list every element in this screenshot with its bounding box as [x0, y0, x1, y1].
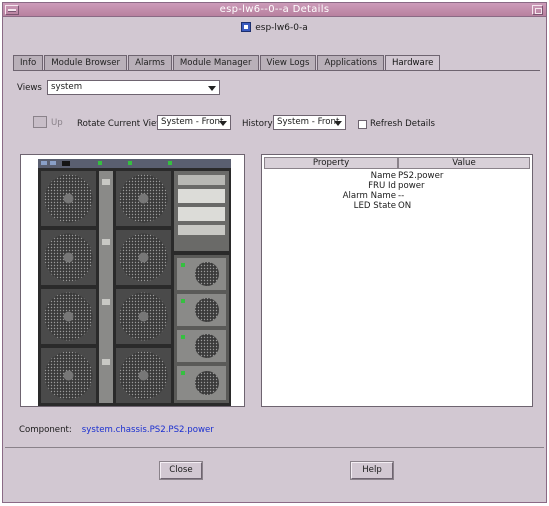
help-button[interactable]: Help [351, 462, 393, 479]
chassis-image[interactable] [38, 159, 231, 406]
views-value: system [51, 82, 83, 92]
table-row[interactable]: Alarm Name -- [264, 191, 530, 201]
history-value: System - Front [277, 117, 340, 127]
table-header: Property Value [264, 157, 530, 169]
tab-divider [13, 70, 540, 71]
tab-view-logs[interactable]: View Logs [259, 55, 317, 70]
component-path: system.chassis.PS2.PS2.power [81, 425, 214, 435]
chevron-down-icon [208, 86, 216, 91]
property-name: Alarm Name [342, 191, 396, 201]
property-name: LED State [353, 201, 396, 211]
property-value: power [398, 181, 425, 191]
property-value: PS2.power [398, 171, 444, 181]
views-label: Views [17, 83, 42, 93]
chevron-down-icon [334, 121, 342, 126]
column-header-property[interactable]: Property [264, 157, 398, 169]
component-readout: Component: system.chassis.PS2.PS2.power [19, 425, 214, 435]
host-header: esp-lw6-0-a [3, 18, 546, 38]
window-title: esp-lw6--0--a Details [219, 4, 330, 15]
rotate-label: Rotate Current View [77, 119, 164, 129]
column-header-value[interactable]: Value [398, 157, 530, 169]
rotate-value: System - Front [161, 117, 224, 127]
property-value: ON [398, 201, 412, 211]
chevron-down-icon [219, 121, 227, 126]
rotate-dropdown[interactable]: System - Front [157, 115, 231, 130]
tab-hardware[interactable]: Hardware [384, 55, 441, 71]
history-dropdown[interactable]: System - Front [273, 115, 346, 130]
refresh-details-checkbox[interactable] [358, 120, 367, 129]
tab-bar: Info Module Browser Alarms Module Manage… [13, 55, 441, 71]
table-row[interactable]: LED State ON [264, 201, 530, 211]
properties-table: Property Value Name PS2.power FRU Id pow… [261, 154, 533, 407]
tab-alarms[interactable]: Alarms [128, 55, 172, 70]
host-icon [241, 22, 252, 32]
details-window: esp-lw6--0--a Details esp-lw6-0-a Info M… [2, 2, 547, 503]
component-label: Component: [19, 425, 72, 435]
property-value: -- [398, 191, 405, 201]
footer-divider [5, 447, 544, 448]
refresh-details-label: Refresh Details [370, 119, 435, 129]
tab-info[interactable]: Info [13, 55, 44, 70]
tab-module-browser[interactable]: Module Browser [44, 55, 128, 70]
close-button[interactable]: Close [160, 462, 202, 479]
tab-module-manager[interactable]: Module Manager [172, 55, 259, 70]
property-name: Name [370, 171, 396, 181]
up-folder-icon [33, 116, 47, 128]
hardware-image-panel [20, 154, 245, 407]
history-label: History [242, 119, 273, 129]
tab-applications[interactable]: Applications [317, 55, 384, 70]
views-dropdown[interactable]: system [47, 80, 220, 95]
table-row[interactable]: Name PS2.power [264, 171, 530, 181]
table-row[interactable]: FRU Id power [264, 181, 530, 191]
host-name: esp-lw6-0-a [255, 23, 308, 33]
property-name: FRU Id [368, 181, 396, 191]
up-button[interactable]: Up [33, 116, 63, 128]
maximize-button[interactable] [532, 5, 543, 15]
title-bar[interactable]: esp-lw6--0--a Details [3, 3, 546, 17]
up-label: Up [51, 118, 63, 128]
